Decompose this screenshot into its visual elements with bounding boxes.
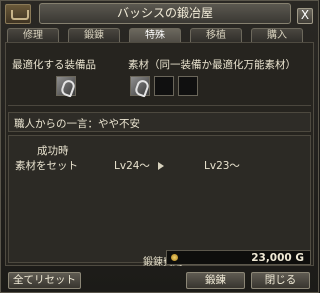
close-button[interactable]: 閉じる <box>251 272 310 289</box>
material-slot-2[interactable] <box>154 76 174 96</box>
result-header: 成功時 <box>37 145 69 157</box>
material-label: 素材（同一装備か最適化万能素材） <box>128 59 296 71</box>
title-bar[interactable]: バッシスの鍛冶屋 X <box>1 1 318 25</box>
result-row-label: 素材をセット <box>15 160 78 172</box>
close-icon[interactable]: X <box>297 8 313 24</box>
tab-forge[interactable]: 鍛錬 <box>68 28 120 42</box>
tab-purchase[interactable]: 購入 <box>251 28 303 42</box>
equipment-slot[interactable] <box>56 76 76 96</box>
cost-value: 23,000 G <box>251 252 304 264</box>
window-title: バッシスの鍛冶屋 <box>39 3 291 24</box>
level-from: Lv24～ <box>114 160 150 172</box>
tab-special[interactable]: 特殊 <box>129 28 181 43</box>
anvil-icon <box>5 4 31 24</box>
arrow-right-icon <box>158 162 164 170</box>
tab-transplant[interactable]: 移植 <box>190 28 242 42</box>
material-slot-1[interactable] <box>130 76 150 96</box>
craftsman-comment: 職人からの一言：やや不安 <box>14 118 140 130</box>
tab-bar: 修理 鍛錬 特殊 移植 購入 <box>7 28 317 43</box>
tab-repair[interactable]: 修理 <box>7 28 59 42</box>
cost-display: 23,000 G <box>166 250 311 265</box>
equipment-label: 最適化する装備品 <box>12 59 96 71</box>
gold-coin-icon <box>171 254 178 261</box>
forge-button[interactable]: 鍛錬 <box>186 272 245 289</box>
craftsman-comment-box: 職人からの一言：やや不安 <box>8 112 311 132</box>
material-slot-3[interactable] <box>178 76 198 96</box>
result-box: 成功時 素材をセット Lv24～ Lv23～ <box>8 135 311 263</box>
reset-all-button[interactable]: 全てリセット <box>8 272 81 289</box>
special-panel: 最適化する装備品 素材（同一装備か最適化万能素材） 職人からの一言：やや不安 成… <box>5 42 314 266</box>
level-to: Lv23～ <box>204 160 240 172</box>
blacksmith-window: バッシスの鍛冶屋 X 修理 鍛錬 特殊 移植 購入 最適化する装備品 素材（同一… <box>0 0 319 293</box>
divider <box>8 105 311 106</box>
